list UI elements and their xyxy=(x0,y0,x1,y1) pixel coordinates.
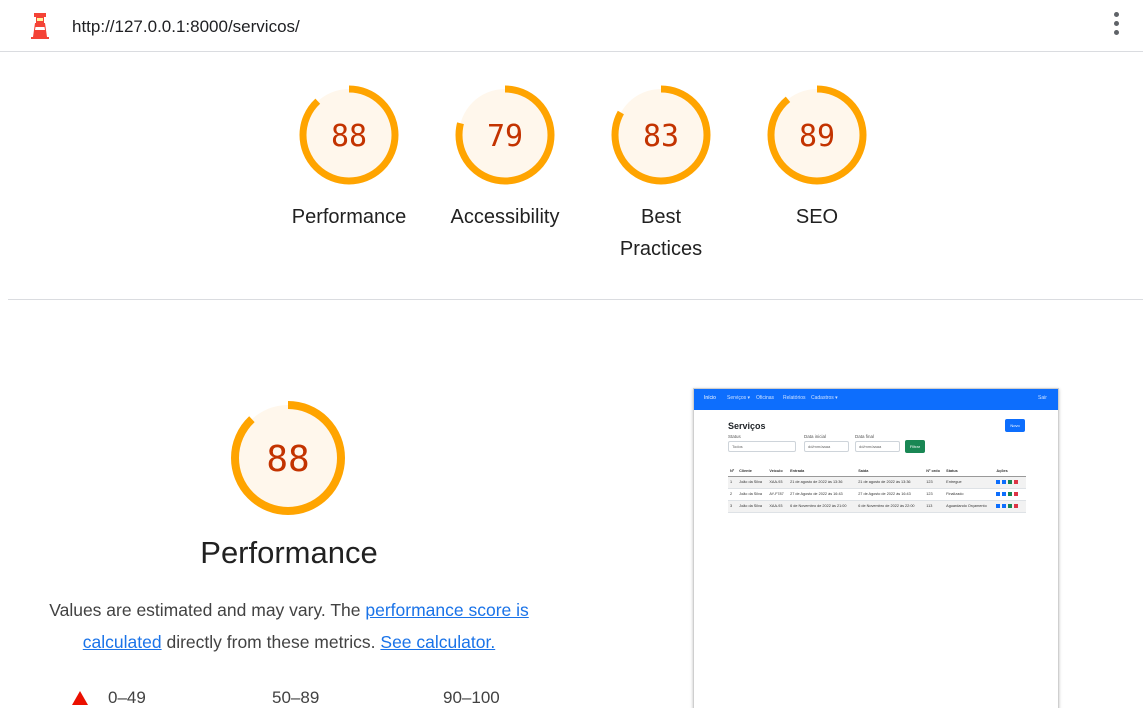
money-icon xyxy=(1008,480,1013,484)
table-cell: 1 xyxy=(728,476,738,489)
table-header: Veículo xyxy=(767,466,789,477)
fail-triangle-icon xyxy=(72,691,88,705)
table-cell: 123 xyxy=(924,488,945,501)
gauge-ring-icon: 79 xyxy=(455,85,555,185)
money-icon xyxy=(1008,504,1013,508)
gauge-ring-icon: 88 xyxy=(299,85,399,185)
performance-score: 88 xyxy=(266,439,309,480)
edit-icon xyxy=(1002,492,1007,496)
gauge-best-practices[interactable]: 83 Best Practices xyxy=(586,83,736,265)
edit-icon xyxy=(1002,480,1007,484)
thumb-status-label: Status xyxy=(728,434,741,439)
trash-icon xyxy=(1014,480,1019,484)
gauge-label: Best Practices xyxy=(619,206,703,260)
table-header: Nº ordo xyxy=(924,466,945,477)
table-cell: Finalizado xyxy=(944,488,995,501)
table-header: Status xyxy=(944,466,995,477)
table-cell: 3 xyxy=(728,500,738,513)
trash-icon xyxy=(1014,504,1019,508)
table-cell: 123 xyxy=(924,476,945,489)
table-cell: João da Silva xyxy=(737,500,768,513)
gauge-label: Performance xyxy=(291,206,407,228)
desc-text: Values are estimated and may vary. The xyxy=(49,600,366,620)
page-screenshot-thumbnail[interactable]: Início Serviços ▾ Oficinas Relatórios Ca… xyxy=(693,388,1059,708)
money-icon xyxy=(1008,492,1013,496)
thumb-end-input: dd/mm/aaaa xyxy=(855,441,900,452)
row-actions xyxy=(994,500,1026,513)
gauge-score: 79 xyxy=(487,119,523,154)
thumb-start-input: dd/mm/aaaa xyxy=(804,441,849,452)
table-cell: 6 de Novembro de 2022 às 22:00 xyxy=(856,500,925,513)
table-cell: João da Silva xyxy=(737,476,768,489)
gauge-label: SEO xyxy=(795,206,839,228)
table-row: 1 João da Silva XAA-93 21 de agosto de 2… xyxy=(728,476,1026,489)
performance-description: Values are estimated and may vary. The p… xyxy=(20,594,558,658)
gauge-label: Accessibility xyxy=(450,206,560,228)
row-actions xyxy=(994,476,1026,489)
table-cell: 27 de Agosto de 2022 às 16:43 xyxy=(788,488,857,501)
thumb-nav-item: Relatórios xyxy=(783,395,806,401)
gauge-ring-icon: 89 xyxy=(767,85,867,185)
performance-gauge-large: 88 xyxy=(231,401,345,515)
table-cell: Entregue xyxy=(944,476,995,489)
legend-pass-range: 90–100 xyxy=(443,688,500,707)
row-actions xyxy=(994,488,1026,501)
thumb-page-title: Serviços xyxy=(728,421,766,431)
legend-average-range: 50–89 xyxy=(272,688,320,707)
info-icon xyxy=(996,504,1001,508)
section-divider xyxy=(8,299,1143,300)
table-cell: XAA-93 xyxy=(767,500,789,513)
table-cell: 113 xyxy=(924,500,945,513)
table-cell: 2 xyxy=(728,488,738,501)
thumb-nav-item: Início xyxy=(704,395,716,401)
kebab-menu-icon[interactable] xyxy=(1110,12,1122,42)
info-icon xyxy=(996,492,1001,496)
table-cell: João da Silva xyxy=(737,488,768,501)
thumb-nav-item: Serviços ▾ xyxy=(727,395,751,401)
gauge-score: 88 xyxy=(331,119,367,154)
legend-fail-range: 0–49 xyxy=(108,688,146,707)
table-header: Nº xyxy=(728,466,738,477)
table-cell: 21 de agosto de 2022 às 13:36 xyxy=(856,476,925,489)
info-icon xyxy=(996,480,1001,484)
table-header: Saída xyxy=(856,466,925,477)
see-calculator-link[interactable]: See calculator. xyxy=(380,632,495,652)
thumb-end-label: Data final xyxy=(855,434,875,439)
lighthouse-icon xyxy=(31,13,49,39)
table-row: 2 João da Silva AY-F787 27 de Agosto de … xyxy=(728,488,1026,501)
table-header-row: Nº Cliente Veículo Entrada Saída Nº ordo… xyxy=(728,466,1026,477)
thumb-nav-item: Cadastros ▾ xyxy=(811,395,838,401)
thumb-new-button: Novo xyxy=(1005,419,1025,432)
edit-icon xyxy=(1002,504,1007,508)
trash-icon xyxy=(1014,492,1019,496)
gauge-score: 83 xyxy=(643,119,679,154)
table-header: Ações xyxy=(994,466,1026,477)
gauge-ring-icon: 83 xyxy=(611,85,711,185)
table-cell: AY-F787 xyxy=(767,488,789,501)
report-header: http://127.0.0.1:8000/servicos/ xyxy=(0,0,1143,52)
thumb-filter-button: Filtrar xyxy=(905,440,925,453)
table-cell: Aguardando Orçamento xyxy=(944,500,995,513)
performance-title: Performance xyxy=(200,535,378,570)
thumb-nav-item: Sair xyxy=(1038,395,1047,401)
thumb-start-label: Data inicial xyxy=(804,434,827,439)
table-header: Cliente xyxy=(737,466,768,477)
gauge-seo[interactable]: 89 SEO xyxy=(742,83,892,233)
thumb-nav-item: Oficinas xyxy=(756,395,775,401)
page-url: http://127.0.0.1:8000/servicos/ xyxy=(72,17,300,36)
gauge-score: 89 xyxy=(799,119,835,154)
table-cell: 27 de Agosto de 2022 às 16:43 xyxy=(856,488,925,501)
thumb-navbar: Início Serviços ▾ Oficinas Relatórios Ca… xyxy=(694,389,1058,410)
table-row: 3 João da Silva XAA-93 6 de Novembro de … xyxy=(728,500,1026,513)
table-header: Entrada xyxy=(788,466,857,477)
gauge-performance[interactable]: 88 Performance xyxy=(274,83,424,233)
thumb-services-table: Nº Cliente Veículo Entrada Saída Nº ordo… xyxy=(728,466,1026,513)
table-cell: 21 de agosto de 2022 às 13:36 xyxy=(788,476,857,489)
table-cell: XAA-93 xyxy=(767,476,789,489)
table-cell: 6 de Novembro de 2022 às 21:00 xyxy=(788,500,857,513)
thumb-status-select: Todos xyxy=(728,441,796,452)
desc-text: directly from these metrics. xyxy=(161,632,381,652)
gauge-accessibility[interactable]: 79 Accessibility xyxy=(430,83,580,233)
